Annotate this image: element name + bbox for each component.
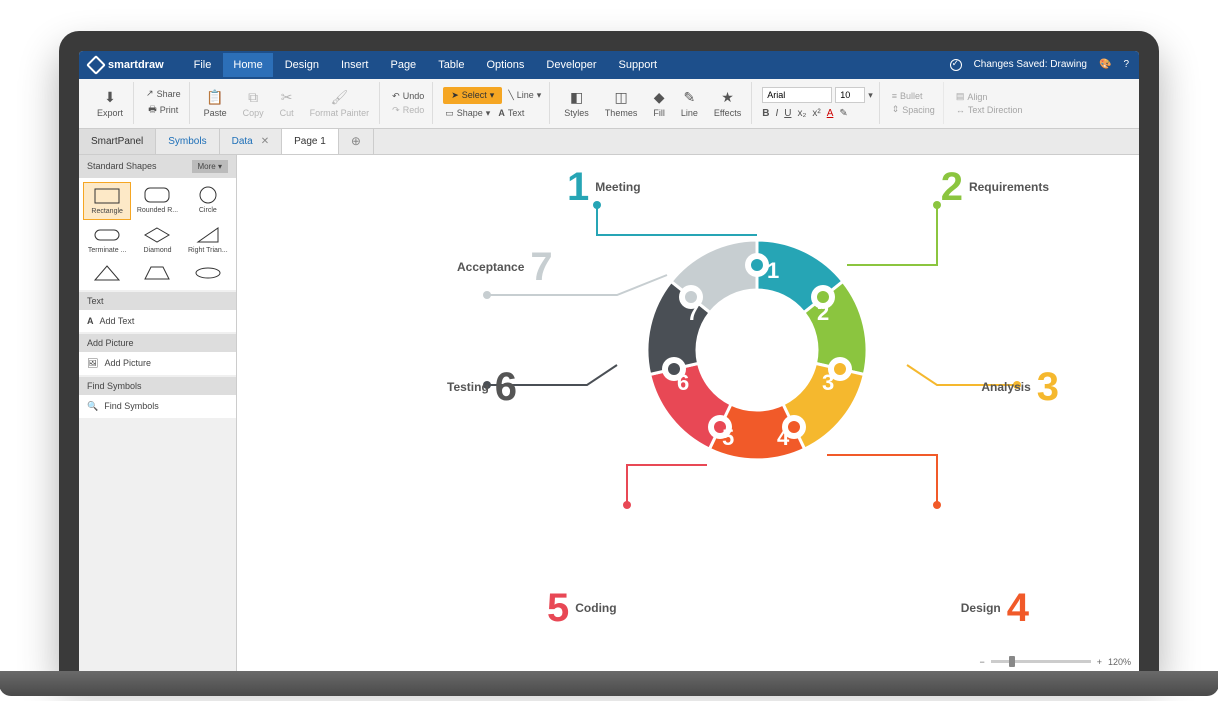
menu-support[interactable]: Support [609, 53, 668, 77]
find-section-header: Find Symbols [79, 377, 236, 395]
canvas[interactable]: 1 2 3 4 5 6 7 1Meeting 2Requirements 3An… [237, 155, 1139, 671]
save-status: Changes Saved: Drawing [974, 59, 1087, 70]
italic-button[interactable]: I [775, 108, 778, 119]
callout-testing[interactable]: 6Testing [447, 365, 517, 410]
menu-home[interactable]: Home [223, 53, 272, 77]
font-color-button[interactable]: A [827, 108, 834, 119]
tab-symbols[interactable]: Symbols [156, 129, 219, 154]
image-icon: 🖼 [87, 358, 98, 369]
ring-num-6: 6 [677, 370, 689, 396]
ring-num-3: 3 [822, 370, 834, 396]
zoom-value: 120% [1108, 657, 1131, 667]
spacing-button[interactable]: ⇕Spacing [890, 103, 937, 116]
line-style-button[interactable]: ✎Line [677, 87, 702, 120]
themes-button[interactable]: ◫Themes [601, 87, 642, 120]
align-button[interactable]: ▤Align [954, 90, 990, 103]
underline-button[interactable]: U [784, 108, 791, 119]
logo-icon [86, 55, 106, 75]
ring-num-1: 1 [767, 258, 779, 284]
line-tool-button[interactable]: ╲Line▾ [506, 87, 543, 104]
shape-terminate[interactable]: Terminate ... [83, 222, 131, 258]
palette-icon[interactable]: 🎨 [1099, 59, 1111, 70]
shape-right-triangle[interactable]: Right Trian... [184, 222, 232, 258]
redo-button[interactable]: ↷Redo [390, 104, 426, 117]
callout-design[interactable]: 4Design [961, 586, 1029, 631]
styles-button[interactable]: ◧Styles [560, 87, 593, 120]
bold-button[interactable]: B [762, 108, 769, 119]
menu-items: File Home Design Insert Page Table Optio… [184, 53, 667, 77]
callout-coding[interactable]: 5Coding [547, 586, 617, 631]
callout-meeting[interactable]: 1Meeting [567, 165, 641, 210]
menu-file[interactable]: File [184, 53, 222, 77]
select-button[interactable]: ➤Select▾ [443, 87, 502, 104]
app-name: smartdraw [108, 59, 164, 71]
picture-section-header: Add Picture [79, 334, 236, 352]
fill-button[interactable]: ◆Fill [649, 87, 669, 120]
menu-page[interactable]: Page [380, 53, 426, 77]
app-logo: smartdraw [89, 58, 164, 72]
cycle-diagram[interactable]: 1 2 3 4 5 6 7 1Meeting 2Requirements 3An… [287, 165, 1089, 641]
menu-developer[interactable]: Developer [536, 53, 606, 77]
callout-requirements[interactable]: 2Requirements [941, 165, 1049, 210]
ribbon: ⬇Export ↗Share 🖶Print 📋Paste ⧉Copy ✂Cut … [79, 79, 1139, 129]
zoom-slider[interactable] [991, 660, 1091, 663]
search-icon: 🔍 [87, 401, 98, 412]
bullet-button[interactable]: ≡Bullet [890, 90, 925, 102]
tab-bar: SmartPanel Symbols Data✕ Page 1 ⊕ [79, 129, 1139, 155]
highlight-button[interactable]: ✎ [839, 108, 847, 119]
more-shapes-button[interactable]: More ▾ [192, 160, 228, 173]
menu-table[interactable]: Table [428, 53, 474, 77]
text-tool-button[interactable]: AText [496, 107, 526, 120]
font-family-select[interactable] [762, 87, 832, 103]
shape-ellipse[interactable] [184, 260, 232, 286]
menu-design[interactable]: Design [275, 53, 329, 77]
zoom-control[interactable]: − + 120% [979, 657, 1131, 667]
ring-num-7: 7 [687, 300, 699, 326]
shape-circle[interactable]: Circle [184, 182, 232, 220]
font-size-select[interactable] [835, 87, 865, 103]
tab-data[interactable]: Data✕ [220, 129, 283, 154]
add-page-button[interactable]: ⊕ [339, 129, 374, 154]
text-direction-button[interactable]: ↔Text Direction [954, 104, 1025, 116]
shape-tool-button[interactable]: ▭Shape▾ [443, 107, 492, 120]
ring-num-2: 2 [817, 300, 829, 326]
print-button[interactable]: 🖶Print [146, 101, 180, 119]
superscript-button[interactable]: x² [812, 108, 820, 119]
copy-button[interactable]: ⧉Copy [239, 87, 268, 120]
shape-triangle[interactable] [83, 260, 131, 286]
shape-rectangle[interactable]: Rectangle [83, 182, 131, 220]
find-symbols-button[interactable]: 🔍Find Symbols [79, 395, 236, 418]
shapes-header: Standard Shapes More ▾ [79, 155, 236, 178]
export-button[interactable]: ⬇Export [93, 87, 127, 120]
menubar: smartdraw File Home Design Insert Page T… [79, 51, 1139, 79]
add-text-button[interactable]: AAdd Text [79, 310, 236, 332]
effects-button[interactable]: ★Effects [710, 87, 745, 120]
subscript-button[interactable]: x₂ [797, 108, 806, 119]
ring-num-5: 5 [722, 425, 734, 451]
menu-options[interactable]: Options [476, 53, 534, 77]
shape-trapezoid[interactable] [133, 260, 181, 286]
format-painter-button[interactable]: 🖌Format Painter [306, 87, 374, 120]
menu-insert[interactable]: Insert [331, 53, 379, 77]
tab-smartpanel[interactable]: SmartPanel [79, 129, 156, 154]
callout-analysis[interactable]: 3Analysis [981, 365, 1059, 410]
undo-button[interactable]: ↶Undo [390, 90, 426, 103]
callout-acceptance[interactable]: 7Acceptance [457, 245, 553, 290]
paste-button[interactable]: 📋Paste [200, 87, 231, 120]
sidebar: Standard Shapes More ▾ Rectangle Rounded… [79, 155, 237, 671]
save-status-icon [950, 59, 962, 71]
close-icon[interactable]: ✕ [261, 136, 269, 147]
add-picture-button[interactable]: 🖼Add Picture [79, 352, 236, 375]
shape-diamond[interactable]: Diamond [133, 222, 181, 258]
share-button[interactable]: ↗Share [144, 87, 183, 100]
tab-page-1[interactable]: Page 1 [282, 129, 339, 154]
ring-num-4: 4 [777, 425, 789, 451]
text-section-header: Text [79, 292, 236, 310]
cut-button[interactable]: ✂Cut [276, 87, 298, 120]
shape-rounded-rect[interactable]: Rounded R... [133, 182, 181, 220]
help-icon[interactable]: ? [1123, 59, 1129, 70]
